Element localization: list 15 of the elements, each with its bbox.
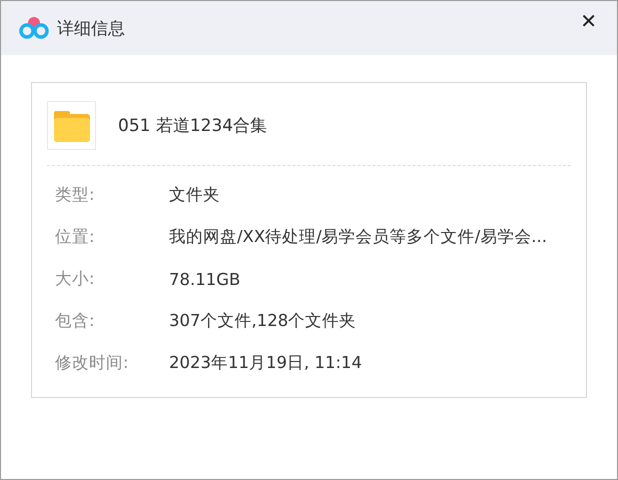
field-value: 文件夹 <box>169 184 220 206</box>
field-value: 78.11GB <box>169 270 240 288</box>
field-value: 2023年11月19日, 11:14 <box>169 352 362 374</box>
field-label: 位置: <box>55 226 96 248</box>
close-button[interactable]: ✕ <box>576 7 601 35</box>
field-label: 修改时间: <box>55 352 130 374</box>
folder-name: 051 若道1234合集 <box>118 115 268 137</box>
field-value: 307个文件,128个文件夹 <box>169 310 356 332</box>
cloud-logo-icon <box>19 15 49 41</box>
field-label: 包含: <box>55 310 96 332</box>
field-label: 类型: <box>55 184 96 206</box>
folder-icon <box>47 101 96 150</box>
window-title: 详细信息 <box>57 18 125 40</box>
field-value: 我的网盘/XX待处理/易学会员等多个文件/易学会... <box>169 226 548 248</box>
field-label: 大小: <box>55 268 96 290</box>
